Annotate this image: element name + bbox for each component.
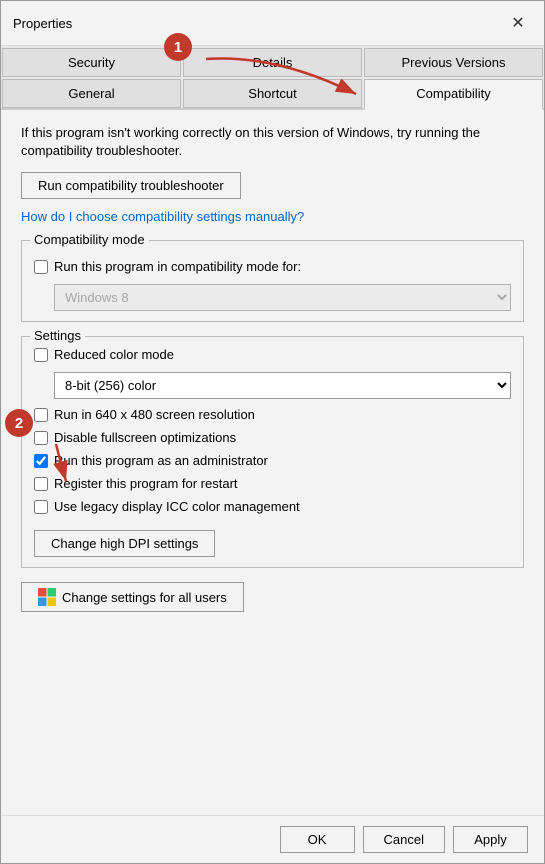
settings-group: Settings Reduced color mode 8-bit (256) … (21, 336, 524, 568)
run-admin-row: Run this program as an administrator (34, 453, 511, 468)
badge-2: 2 (5, 409, 33, 437)
register-restart-checkbox[interactable] (34, 477, 48, 491)
compatibility-mode-group: Compatibility mode Run this program in c… (21, 240, 524, 322)
run-admin-label: Run this program as an administrator (54, 453, 268, 468)
reduced-color-label: Reduced color mode (54, 347, 174, 362)
tab-content: If this program isn't working correctly … (1, 110, 544, 815)
title-bar: Properties ✕ (1, 1, 544, 46)
compat-mode-label: Run this program in compatibility mode f… (54, 259, 301, 274)
disable-fullscreen-checkbox[interactable] (34, 431, 48, 445)
run-admin-checkbox[interactable] (34, 454, 48, 468)
dialog-title: Properties (13, 16, 72, 31)
close-button[interactable]: ✕ (504, 9, 532, 37)
manual-settings-link[interactable]: How do I choose compatibility settings m… (21, 209, 524, 224)
compat-mode-row: Run this program in compatibility mode f… (34, 259, 511, 274)
tab-details[interactable]: Details (183, 48, 362, 77)
shield-icon (38, 588, 56, 606)
compat-mode-checkbox[interactable] (34, 260, 48, 274)
legacy-icc-checkbox[interactable] (34, 500, 48, 514)
badge-1: 1 (164, 33, 192, 61)
register-restart-row: Register this program for restart (34, 476, 511, 491)
color-dropdown[interactable]: 8-bit (256) color 16-bit color (54, 372, 511, 399)
change-settings-label: Change settings for all users (62, 590, 227, 605)
properties-dialog: Properties ✕ Security Details Previous V… (0, 0, 545, 864)
reduced-color-checkbox[interactable] (34, 348, 48, 362)
ok-button[interactable]: OK (280, 826, 355, 853)
tab-general[interactable]: General (2, 79, 181, 108)
legacy-icc-label: Use legacy display ICC color management (54, 499, 300, 514)
tab-security[interactable]: Security (2, 48, 181, 77)
apply-button[interactable]: Apply (453, 826, 528, 853)
tab-shortcut[interactable]: Shortcut (183, 79, 362, 108)
compat-mode-group-label: Compatibility mode (30, 232, 149, 247)
info-text: If this program isn't working correctly … (21, 124, 524, 160)
cancel-button[interactable]: Cancel (363, 826, 445, 853)
run-640-row: Run in 640 x 480 screen resolution (34, 407, 511, 422)
reduced-color-row: Reduced color mode (34, 347, 511, 362)
change-dpi-button[interactable]: Change high DPI settings (34, 530, 215, 557)
tabs-container: Security Details Previous Versions Gener… (1, 46, 544, 110)
run-640-label: Run in 640 x 480 screen resolution (54, 407, 255, 422)
bottom-buttons: OK Cancel Apply (1, 815, 544, 863)
legacy-icc-row: Use legacy display ICC color management (34, 499, 511, 514)
compat-mode-dropdown[interactable]: Windows 8 Windows 7 Windows Vista (SP2) … (54, 284, 511, 311)
run-640-checkbox[interactable] (34, 408, 48, 422)
disable-fullscreen-row: Disable fullscreen optimizations (34, 430, 511, 445)
run-troubleshooter-button[interactable]: Run compatibility troubleshooter (21, 172, 241, 199)
register-restart-label: Register this program for restart (54, 476, 238, 491)
tab-compatibility[interactable]: Compatibility (364, 79, 543, 110)
change-settings-all-users-button[interactable]: Change settings for all users (21, 582, 244, 612)
disable-fullscreen-label: Disable fullscreen optimizations (54, 430, 236, 445)
tab-previous-versions[interactable]: Previous Versions (364, 48, 543, 77)
settings-group-label: Settings (30, 328, 85, 343)
